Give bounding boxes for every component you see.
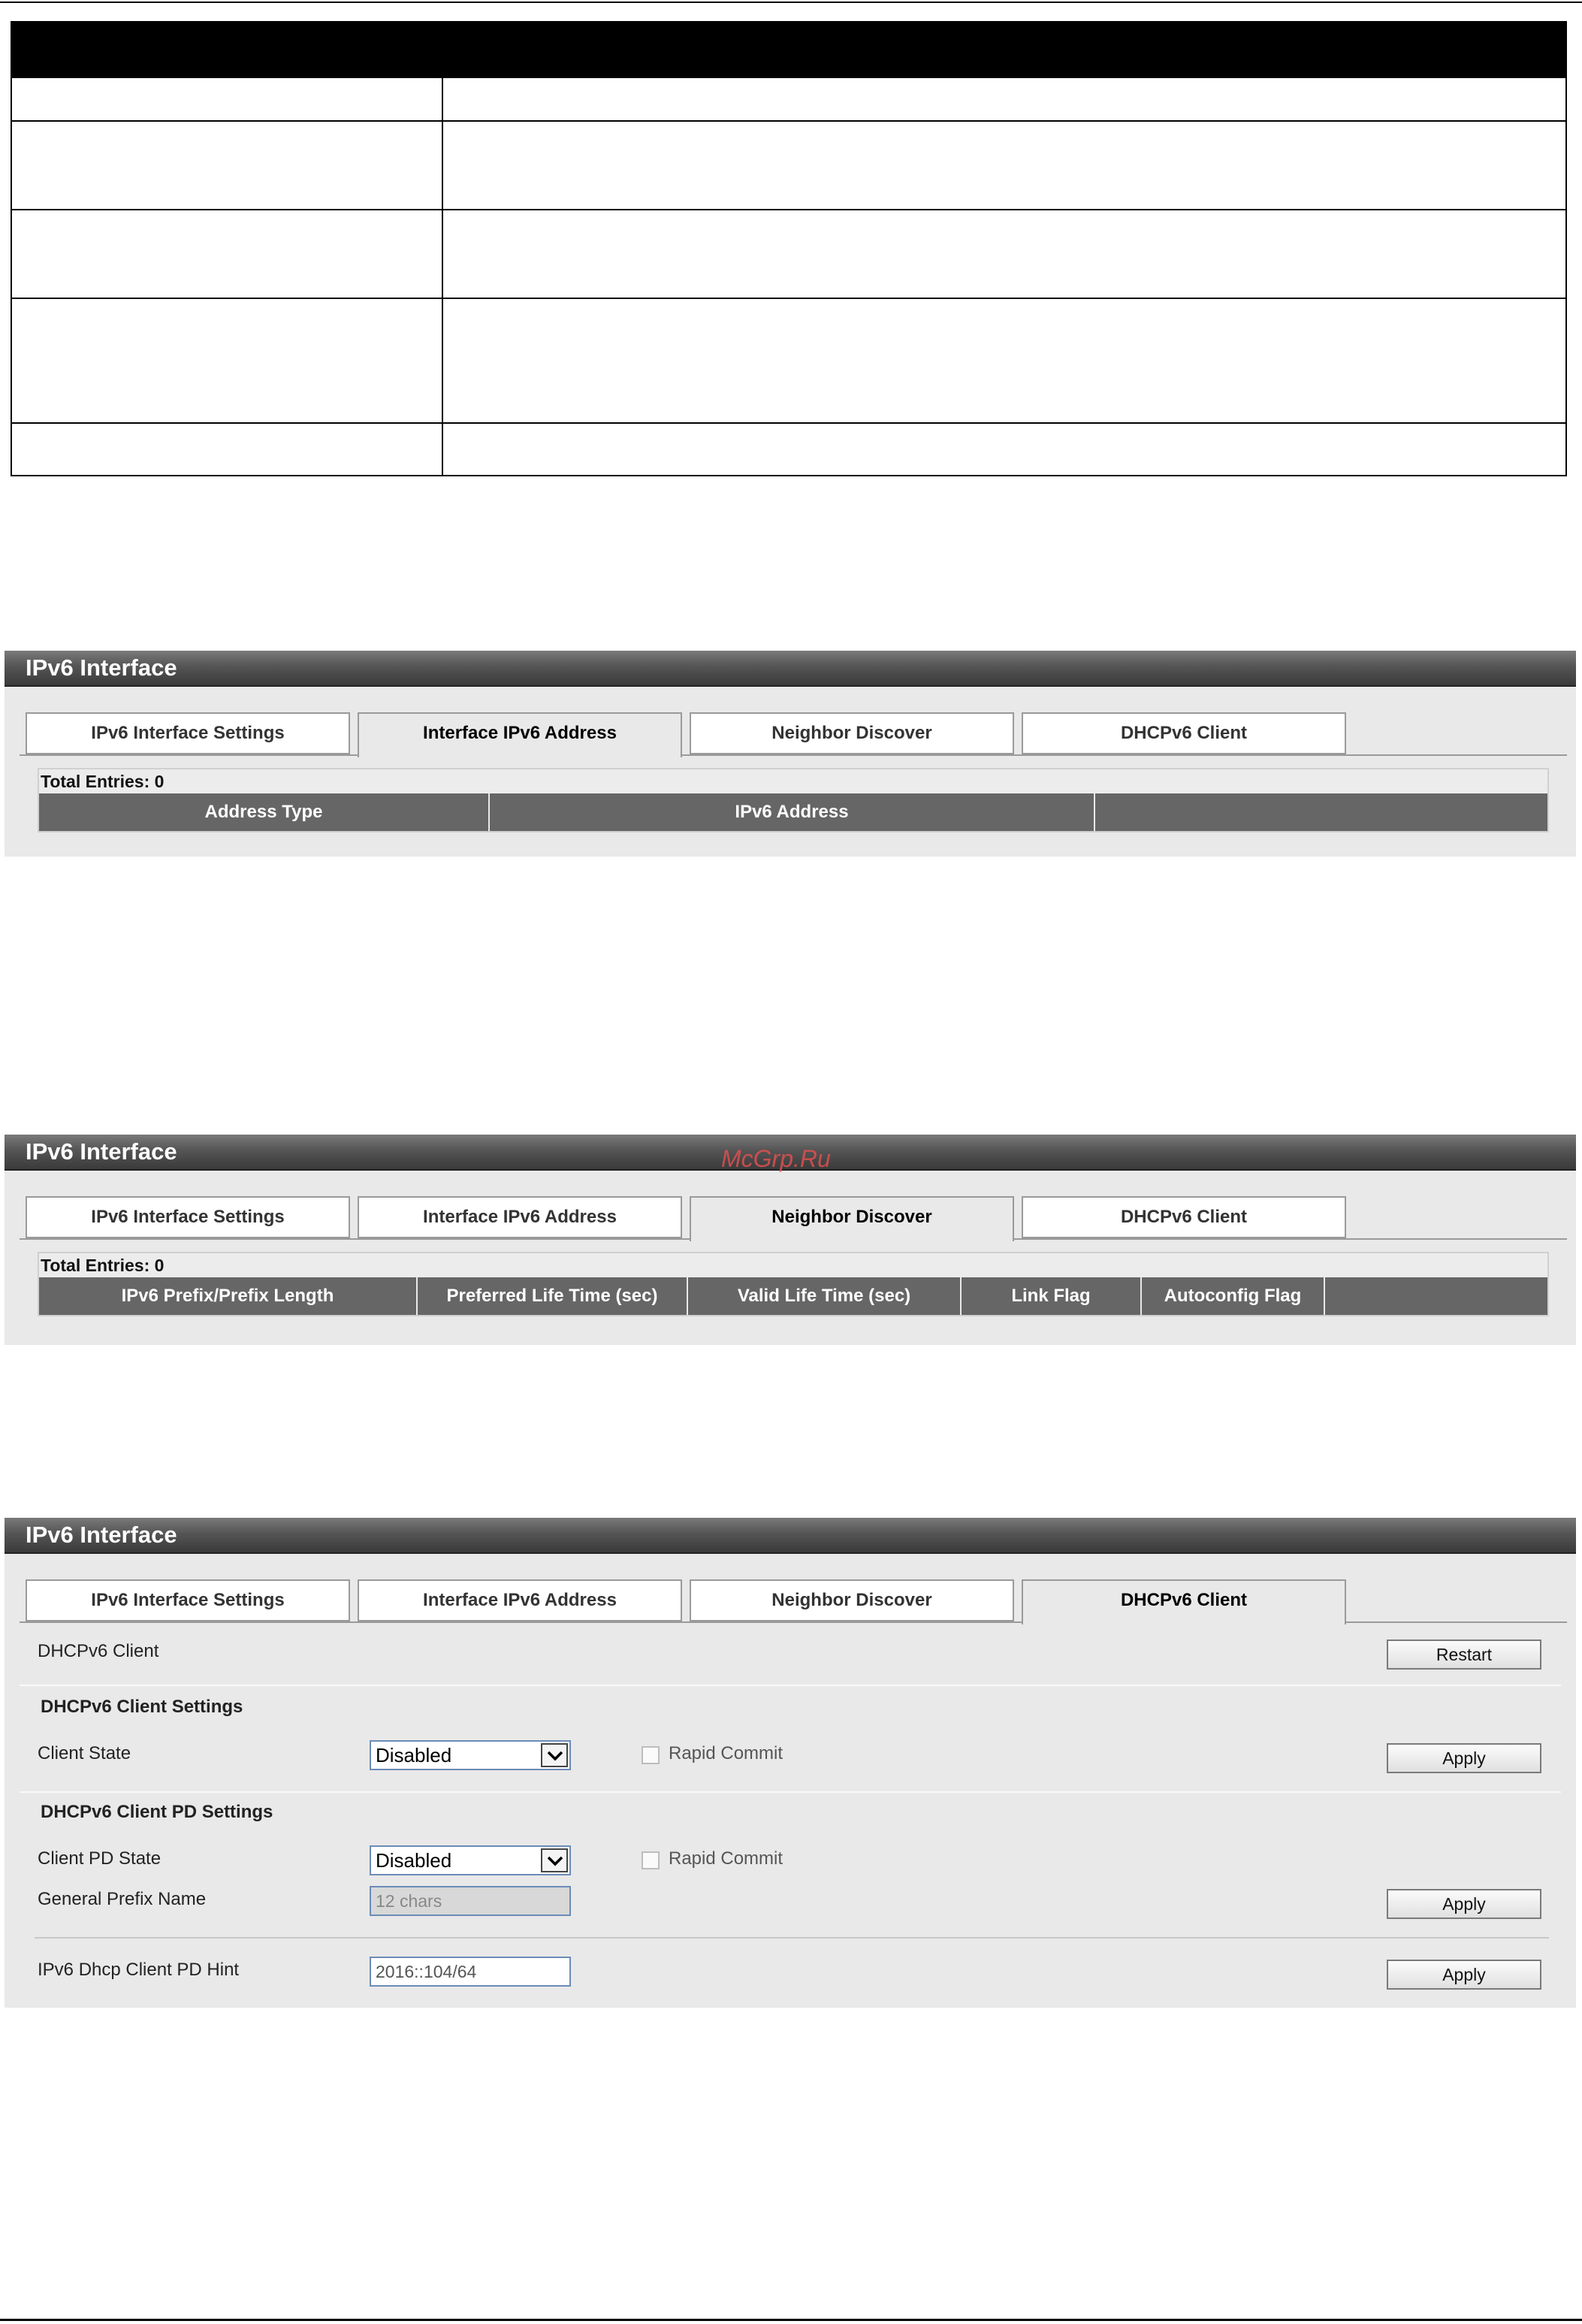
column-valid-life: Valid Life Time (sec) xyxy=(688,1277,962,1315)
watermark: McGrp.Ru xyxy=(721,1145,831,1172)
divider xyxy=(20,1791,1561,1793)
chevron-down-icon xyxy=(541,1848,568,1872)
rapid-commit-label: Rapid Commit xyxy=(669,1743,783,1763)
client-state-label: Client State xyxy=(38,1743,131,1763)
table-row xyxy=(12,77,1565,120)
total-entries: Total Entries: 0 xyxy=(41,1256,165,1275)
tab-bar: IPv6 Interface Settings Interface IPv6 A… xyxy=(20,1579,1567,1624)
hint-apply-button[interactable]: Apply xyxy=(1387,1960,1541,1990)
panel-title: IPv6 Interface xyxy=(5,1518,1576,1554)
table-row xyxy=(12,298,1565,422)
pd-hint-field[interactable]: 2016::104/64 xyxy=(370,1957,571,1987)
tab-dhcpv6-client[interactable]: DHCPv6 Client xyxy=(1022,712,1346,754)
pd-apply-button[interactable]: Apply xyxy=(1387,1889,1541,1919)
general-prefix-field[interactable]: 12 chars xyxy=(370,1886,571,1916)
column-action xyxy=(1325,1277,1547,1315)
panel-title: IPv6 Interface xyxy=(5,651,1576,687)
divider xyxy=(20,1685,1561,1686)
tab-dhcpv6-client[interactable]: DHCPv6 Client xyxy=(1022,1196,1346,1238)
ipv6-interface-panel-dhcp: IPv6 Interface IPv6 Interface Settings I… xyxy=(5,1518,1576,2008)
address-table-header: Address Type IPv6 Address xyxy=(39,793,1547,831)
pd-rapid-commit-label: Rapid Commit xyxy=(669,1848,783,1869)
column-link-flag: Link Flag xyxy=(962,1277,1142,1315)
bottom-rule xyxy=(0,2319,1582,2321)
tab-neighbor-discover[interactable]: Neighbor Discover xyxy=(690,1196,1014,1241)
neighbor-table-header: IPv6 Prefix/Prefix Length Preferred Life… xyxy=(39,1277,1547,1315)
column-address-type: Address Type xyxy=(39,793,490,831)
description-table-header xyxy=(12,23,1565,77)
description-table xyxy=(11,21,1567,476)
pd-hint-label: IPv6 Dhcp Client PD Hint xyxy=(38,1960,240,1980)
chevron-down-icon xyxy=(541,1743,568,1767)
apply-button[interactable]: Apply xyxy=(1387,1743,1541,1773)
tab-ipv6-interface-settings[interactable]: IPv6 Interface Settings xyxy=(26,1196,350,1238)
column-autoconfig-flag: Autoconfig Flag xyxy=(1142,1277,1325,1315)
table-row xyxy=(12,120,1565,209)
pd-settings-title: DHCPv6 Client PD Settings xyxy=(41,1802,273,1822)
divider xyxy=(35,1937,1549,1939)
table-row xyxy=(12,209,1565,298)
tab-interface-ipv6-address[interactable]: Interface IPv6 Address xyxy=(358,1579,682,1621)
tab-bar: IPv6 Interface Settings Interface IPv6 A… xyxy=(20,712,1567,757)
client-state-select[interactable]: Disabled xyxy=(370,1740,571,1770)
column-action xyxy=(1095,793,1547,831)
tab-bar: IPv6 Interface Settings Interface IPv6 A… xyxy=(20,1196,1567,1241)
tab-interface-ipv6-address[interactable]: Interface IPv6 Address xyxy=(358,712,682,757)
address-entries: Total Entries: 0 Address Type IPv6 Addre… xyxy=(38,768,1549,833)
tab-ipv6-interface-settings[interactable]: IPv6 Interface Settings xyxy=(26,712,350,754)
client-pd-state-select[interactable]: Disabled xyxy=(370,1845,571,1875)
column-prefix: IPv6 Prefix/Prefix Length xyxy=(39,1277,418,1315)
column-preferred-life: Preferred Life Time (sec) xyxy=(418,1277,688,1315)
pd-rapid-commit-checkbox[interactable] xyxy=(642,1851,660,1869)
tab-neighbor-discover[interactable]: Neighbor Discover xyxy=(690,712,1014,754)
tab-dhcpv6-client[interactable]: DHCPv6 Client xyxy=(1022,1579,1346,1624)
ipv6-interface-panel-address: IPv6 Interface IPv6 Interface Settings I… xyxy=(5,651,1576,857)
table-row xyxy=(12,422,1565,475)
total-entries: Total Entries: 0 xyxy=(41,772,165,791)
top-rule xyxy=(0,2,1582,3)
column-ipv6-address: IPv6 Address xyxy=(490,793,1095,831)
neighbor-entries: Total Entries: 0 IPv6 Prefix/Prefix Leng… xyxy=(38,1252,1549,1316)
client-pd-state-label: Client PD State xyxy=(38,1848,162,1869)
restart-button[interactable]: Restart xyxy=(1387,1639,1541,1670)
tab-ipv6-interface-settings[interactable]: IPv6 Interface Settings xyxy=(26,1579,350,1621)
client-settings-title: DHCPv6 Client Settings xyxy=(41,1697,243,1717)
tab-neighbor-discover[interactable]: Neighbor Discover xyxy=(690,1579,1014,1621)
general-prefix-label: General Prefix Name xyxy=(38,1889,207,1909)
dhcpv6-client-label: DHCPv6 Client xyxy=(38,1641,159,1661)
rapid-commit-checkbox[interactable] xyxy=(642,1746,660,1764)
tab-interface-ipv6-address[interactable]: Interface IPv6 Address xyxy=(358,1196,682,1238)
